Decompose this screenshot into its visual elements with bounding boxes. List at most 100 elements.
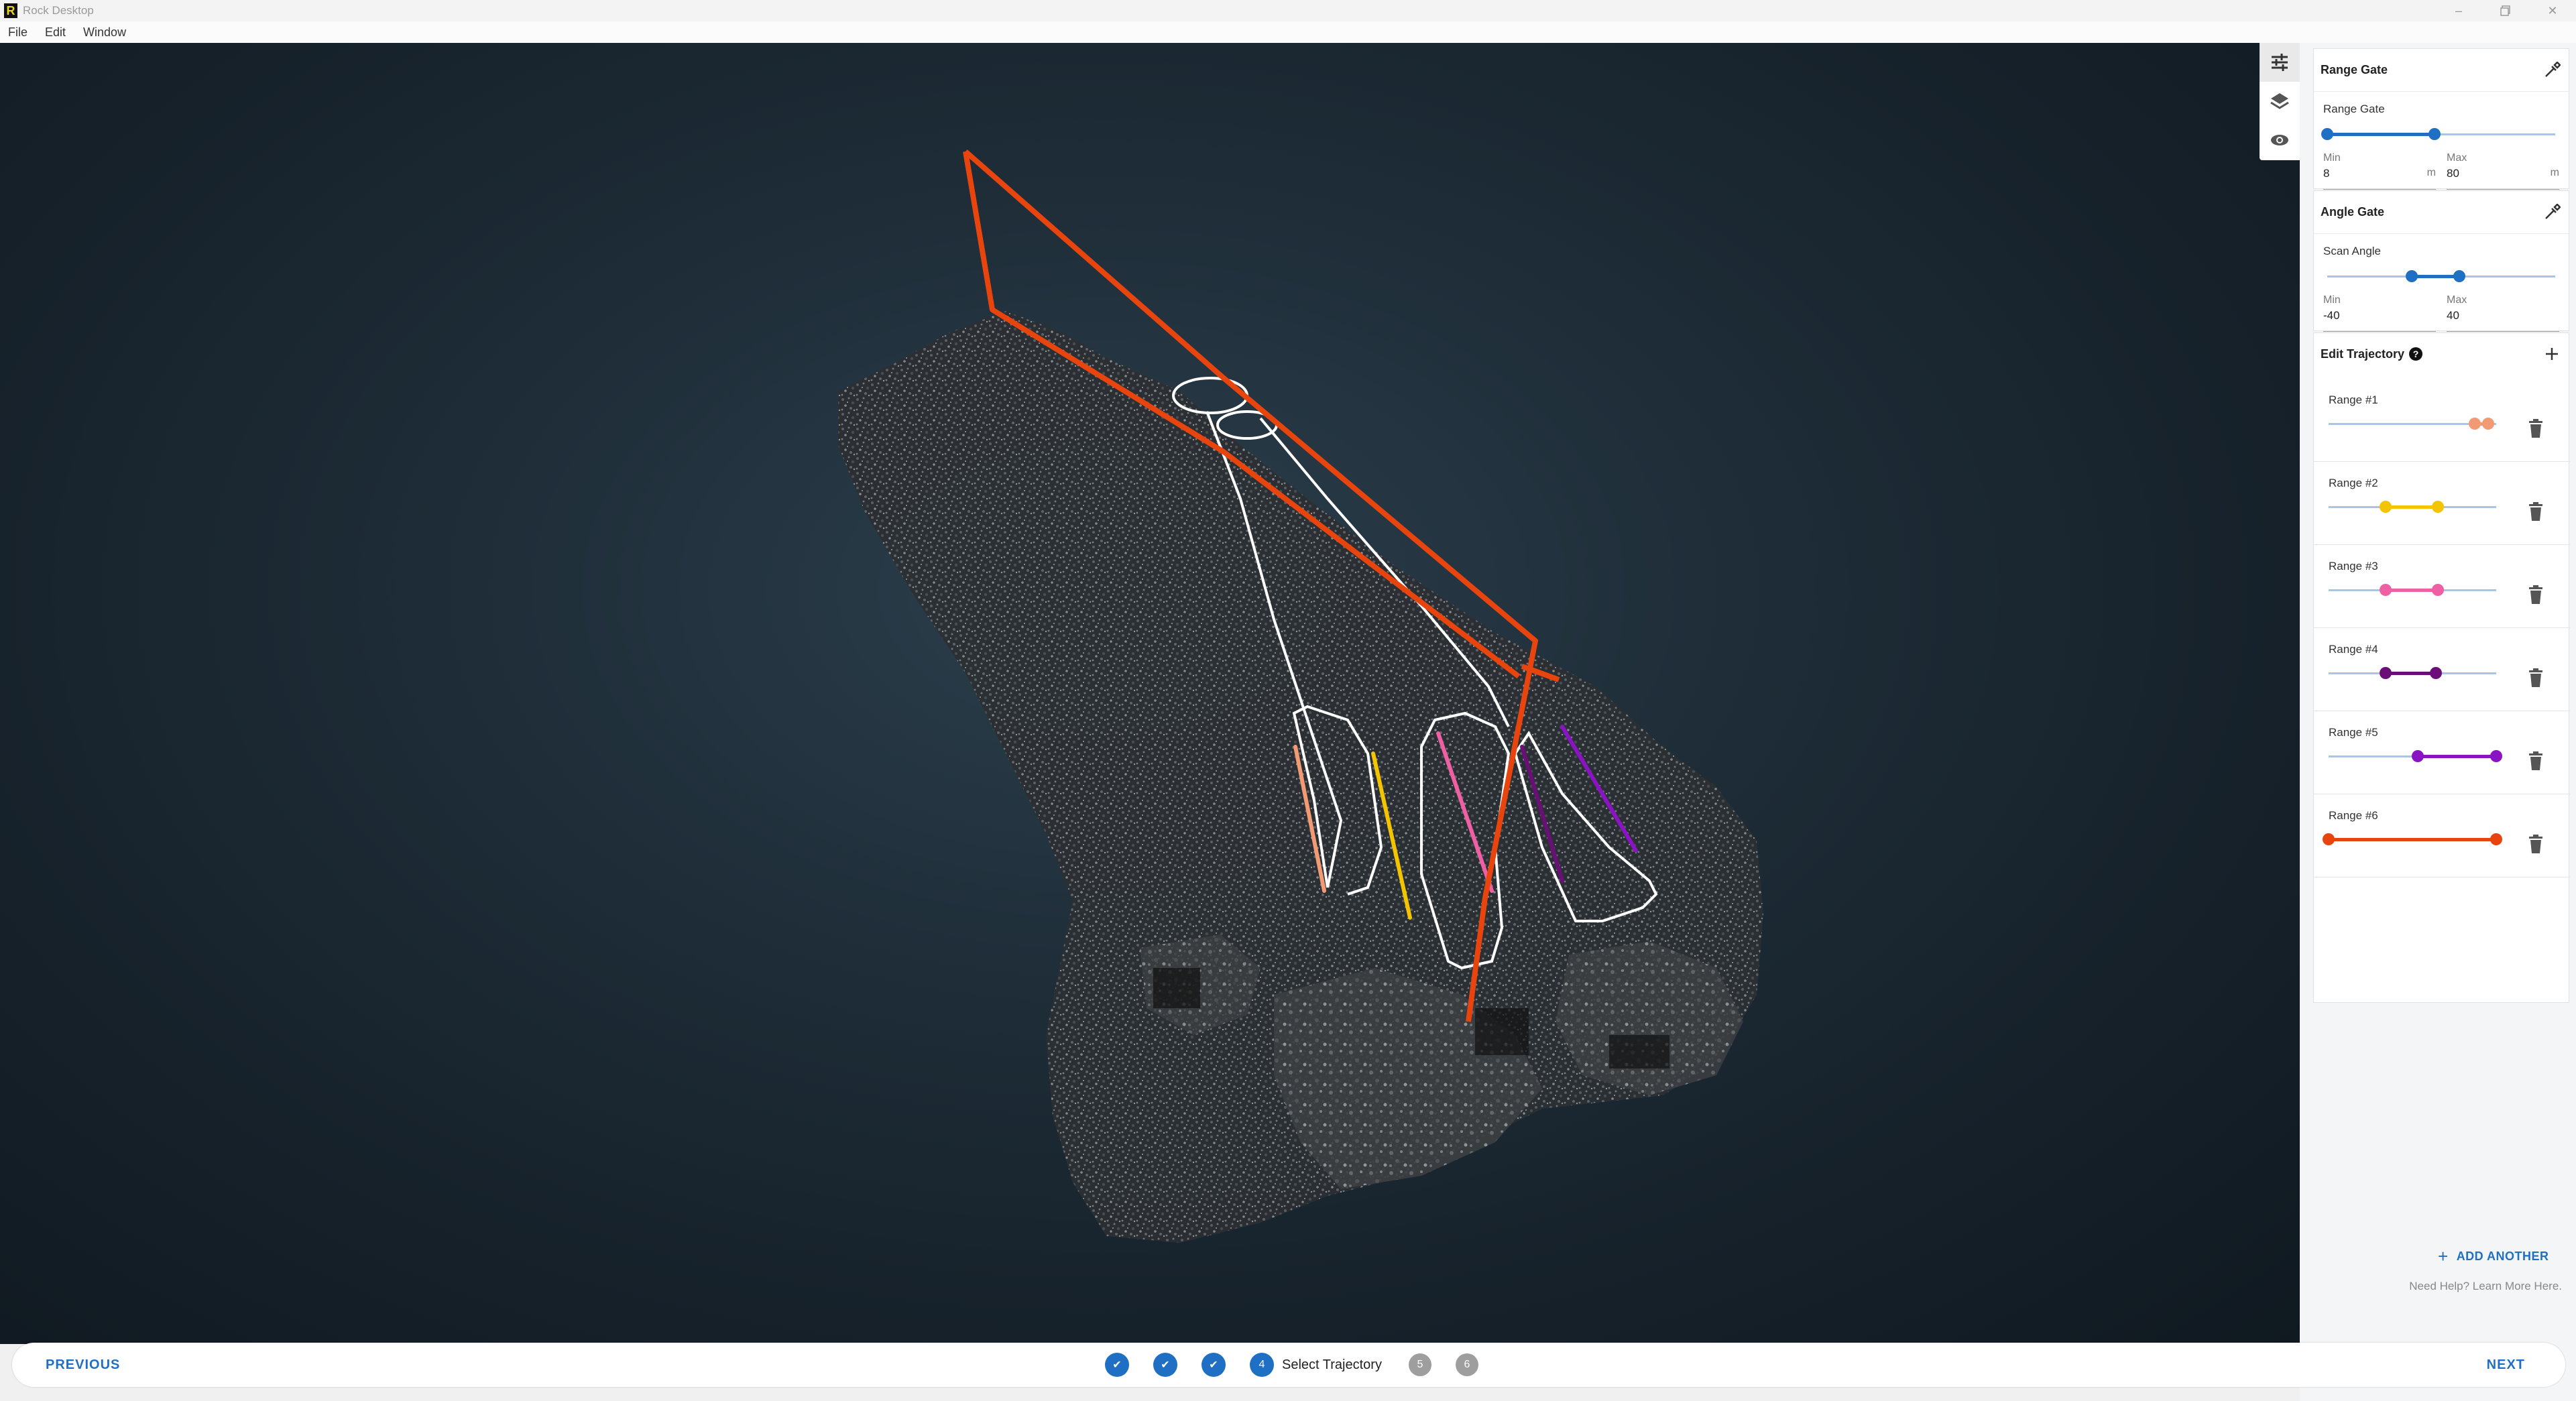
trash-icon[interactable]	[2527, 751, 2544, 772]
range-slider[interactable]	[2329, 501, 2496, 514]
slider-fill	[2386, 505, 2438, 509]
range-label: Range #2	[2329, 477, 2378, 489]
slider-low-handle[interactable]	[2321, 128, 2333, 140]
help-icon[interactable]: ?	[2408, 347, 2423, 361]
range-gate-slider-label: Range Gate	[2323, 103, 2385, 115]
slider-low-handle[interactable]	[2380, 667, 2392, 679]
range-gate-slider[interactable]	[2321, 128, 2555, 141]
slider-low-handle[interactable]	[2468, 418, 2481, 430]
step-number: 5	[1417, 1359, 1423, 1370]
app-title: Rock Desktop	[23, 4, 94, 17]
add-another-label: ADD ANOTHER	[2456, 1250, 2549, 1263]
slider-low-handle[interactable]	[2323, 833, 2335, 845]
slider-high-handle[interactable]	[2430, 667, 2442, 679]
point-cloud-scene[interactable]	[0, 43, 2300, 1344]
angle-max-value: 40	[2447, 309, 2459, 322]
sliders-button[interactable]	[2260, 43, 2300, 82]
slider-fill	[2327, 133, 2435, 136]
range-label: Range #1	[2329, 393, 2378, 406]
range-slider[interactable]	[2323, 833, 2502, 847]
slider-high-handle[interactable]	[2490, 750, 2502, 762]
next-button[interactable]: NEXT	[2487, 1357, 2525, 1373]
range-row: Range #4	[2314, 628, 2570, 711]
angle-min-value: -40	[2323, 309, 2340, 322]
trash-icon[interactable]	[2527, 668, 2544, 688]
svg-text:?: ?	[2413, 349, 2419, 359]
slider-high-handle[interactable]	[2453, 270, 2466, 282]
slider-fill	[2329, 838, 2496, 841]
eyedropper-icon[interactable]	[2543, 203, 2561, 221]
range-gate-max-field[interactable]: 80 m	[2447, 167, 2559, 190]
slider-high-handle[interactable]	[2431, 501, 2444, 513]
slider-fill	[2417, 755, 2496, 758]
slider-low-handle[interactable]	[2380, 501, 2392, 513]
step-5: 5	[1408, 1353, 1431, 1376]
slider-high-handle[interactable]	[2431, 584, 2444, 596]
slider-low-handle[interactable]	[2405, 270, 2418, 282]
angle-min-field[interactable]: -40	[2323, 309, 2436, 332]
scan-angle-slider[interactable]	[2327, 270, 2555, 284]
trash-icon[interactable]	[2527, 835, 2544, 855]
check-icon: ✔	[1209, 1359, 1218, 1371]
range-slider[interactable]	[2329, 667, 2496, 680]
range-gate-min-value: 8	[2323, 167, 2330, 180]
app-logo: R	[4, 3, 17, 18]
restore-icon[interactable]	[2482, 0, 2529, 21]
slider-fill	[2386, 589, 2438, 592]
visibility-button[interactable]	[2260, 121, 2300, 160]
step-3-done[interactable]: ✔	[1202, 1353, 1226, 1377]
range-label: Range #5	[2329, 726, 2378, 739]
layers-button[interactable]	[2260, 82, 2300, 121]
range-row: Range #3	[2314, 545, 2570, 628]
range-slider[interactable]	[2329, 418, 2496, 431]
range-slider[interactable]	[2329, 750, 2502, 764]
step-4-current[interactable]: 4	[1250, 1353, 1274, 1377]
point-cloud-viewport[interactable]	[0, 43, 2300, 1344]
check-icon: ✔	[1161, 1359, 1170, 1371]
slider-high-handle[interactable]	[2490, 833, 2502, 845]
step-number: 6	[1464, 1359, 1470, 1370]
range-row: Range #2	[2314, 462, 2570, 545]
angle-max-field[interactable]: 40	[2447, 309, 2559, 332]
eye-icon	[2271, 135, 2288, 145]
slider-high-handle[interactable]	[2428, 128, 2441, 140]
menu-edit[interactable]: Edit	[45, 25, 66, 40]
range-gate-max-label: Max	[2447, 152, 2467, 164]
range-row: Range #5	[2314, 711, 2570, 794]
menu-file[interactable]: File	[8, 25, 27, 40]
step-6: 6	[1455, 1353, 1478, 1376]
range-gate-min-label: Min	[2323, 152, 2341, 164]
wizard-stepper: ✔ ✔ ✔ 4 Select Trajectory 5 6	[1105, 1353, 1503, 1377]
edit-trajectory-card: Edit Trajectory ? Range #1 Range #2 Range …	[2313, 332, 2570, 1292]
range-row: Range #1	[2314, 379, 2570, 462]
edit-trajectory-title: Edit Trajectory	[2321, 347, 2405, 361]
range-gate-card: Range Gate Range Gate Min Max 8 m 80 m	[2313, 48, 2569, 190]
trash-icon[interactable]	[2527, 419, 2544, 439]
minimize-icon[interactable]: –	[2435, 0, 2482, 21]
previous-button[interactable]: PREVIOUS	[46, 1357, 120, 1373]
add-another-button[interactable]: + ADD ANOTHER	[2438, 1246, 2549, 1267]
settings-panel: Range Gate Range Gate Min Max 8 m 80 m A…	[2300, 43, 2576, 1401]
range-slider[interactable]	[2329, 584, 2496, 597]
trash-icon[interactable]	[2527, 502, 2544, 522]
help-link[interactable]: Need Help? Learn More Here.	[2314, 1280, 2570, 1293]
view-toolstrip	[2260, 43, 2300, 160]
close-icon[interactable]: ✕	[2529, 0, 2576, 21]
step-number: 4	[1258, 1359, 1265, 1370]
add-icon[interactable]	[2543, 345, 2561, 363]
plus-icon: +	[2438, 1246, 2449, 1266]
step-1-done[interactable]: ✔	[1105, 1353, 1129, 1377]
slider-high-handle[interactable]	[2481, 418, 2494, 430]
scan-angle-label: Scan Angle	[2323, 245, 2382, 257]
eyedropper-icon[interactable]	[2543, 61, 2561, 79]
step-2-done[interactable]: ✔	[1153, 1353, 1177, 1377]
menu-window[interactable]: Window	[83, 25, 126, 40]
range-gate-min-field[interactable]: 8 m	[2323, 167, 2436, 190]
edit-trajectory-header: Edit Trajectory ?	[2314, 333, 2569, 375]
current-step-label: Select Trajectory	[1282, 1357, 1382, 1372]
slider-low-handle[interactable]	[2411, 750, 2424, 762]
range-gate-max-value: 80	[2447, 167, 2459, 180]
slider-low-handle[interactable]	[2380, 584, 2392, 596]
menu-bar: File Edit Window	[0, 21, 2576, 43]
trash-icon[interactable]	[2527, 585, 2544, 605]
